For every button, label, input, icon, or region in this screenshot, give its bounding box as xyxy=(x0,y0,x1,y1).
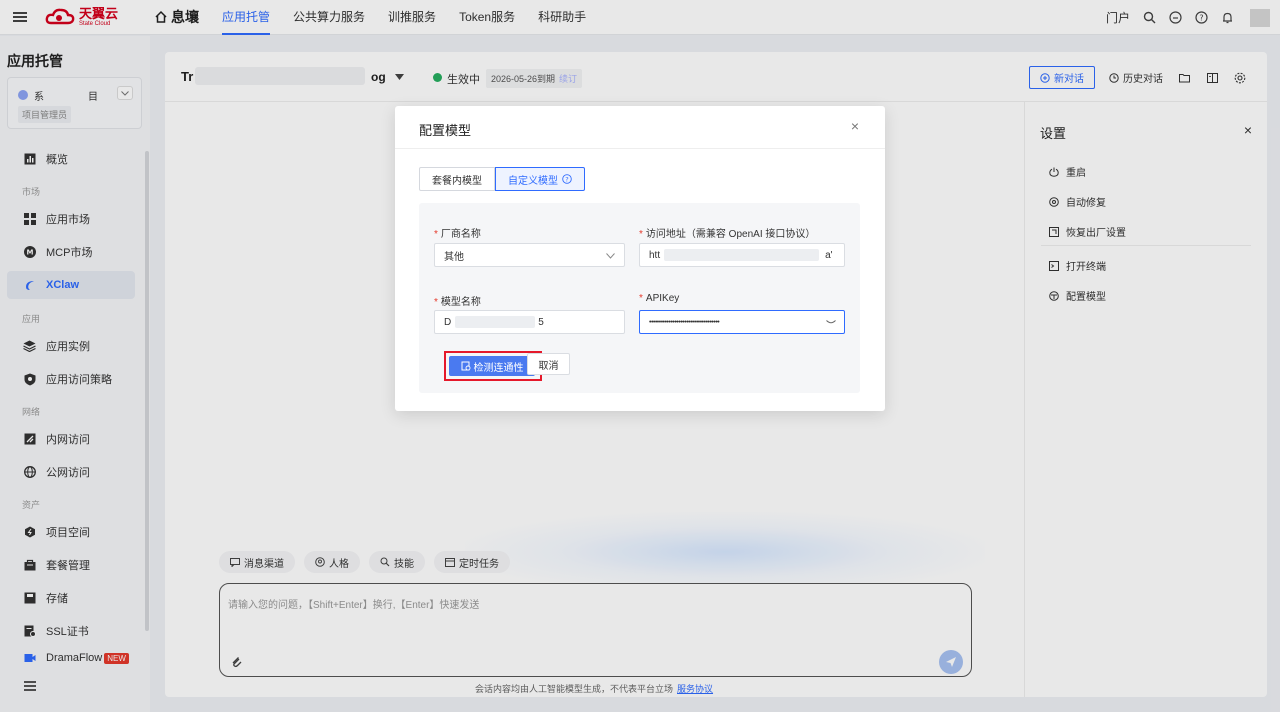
apikey-input[interactable]: •••••••••••••••••••••••••••••••••••• xyxy=(639,310,845,334)
cancel-button[interactable]: 取消 xyxy=(527,353,570,375)
redacted-url xyxy=(664,249,820,261)
tab-package-model[interactable]: 套餐内模型 xyxy=(419,167,495,191)
svg-text:?: ? xyxy=(565,176,568,184)
check-icon xyxy=(461,361,470,371)
model-name-input[interactable]: D 5 xyxy=(434,310,625,334)
url-label: * 访问地址（需兼容 OpenAI 接口协议） xyxy=(639,229,816,240)
chevron-down-icon xyxy=(606,253,615,259)
cancel-label: 取消 xyxy=(538,360,559,372)
tab-custom-model[interactable]: 自定义模型 ? xyxy=(495,167,585,191)
help-icon[interactable]: ? xyxy=(562,174,572,184)
apikey-label-text: APIKey xyxy=(645,293,680,304)
url-value-start: htt xyxy=(649,249,661,261)
apikey-value: •••••••••••••••••••••••••••••••••••• xyxy=(649,318,720,326)
vendor-select[interactable]: 其他 xyxy=(434,243,625,267)
check-connectivity-button[interactable]: 检测连通性 xyxy=(449,356,535,376)
vendor-label-text: 厂商名称 xyxy=(440,229,481,240)
model-value-end: 5 xyxy=(538,316,544,328)
url-value-end: a' xyxy=(825,249,833,261)
model-name-label-text: 模型名称 xyxy=(440,297,481,308)
check-connectivity-label: 检测连通性 xyxy=(473,362,524,374)
eye-closed-icon[interactable] xyxy=(826,320,836,325)
dialog-divider xyxy=(395,148,885,149)
tab-label: 套餐内模型 xyxy=(432,175,482,187)
configure-model-dialog: 配置模型 × 套餐内模型 自定义模型 ? * 厂商名称 其他 * 访问地址（需兼容 … xyxy=(395,106,885,411)
model-name-label: * 模型名称 xyxy=(434,297,481,308)
vendor-value: 其他 xyxy=(444,251,464,263)
vendor-label: * 厂商名称 xyxy=(434,229,481,240)
custom-model-form: * 厂商名称 其他 * 访问地址（需兼容 OpenAI 接口协议） htt a' *… xyxy=(419,203,860,393)
dialog-title: 配置模型 xyxy=(419,123,472,138)
model-type-tabs: 套餐内模型 自定义模型 ? xyxy=(419,167,585,191)
model-value-start: D xyxy=(444,316,452,328)
tab-label: 自定义模型 xyxy=(508,175,558,187)
url-input[interactable]: htt a' xyxy=(639,243,845,267)
close-icon[interactable]: × xyxy=(851,118,859,134)
apikey-label: * APIKey xyxy=(639,293,680,304)
redacted-model-name xyxy=(455,316,536,328)
url-label-text: 访问地址（需兼容 OpenAI 接口协议） xyxy=(645,229,816,240)
